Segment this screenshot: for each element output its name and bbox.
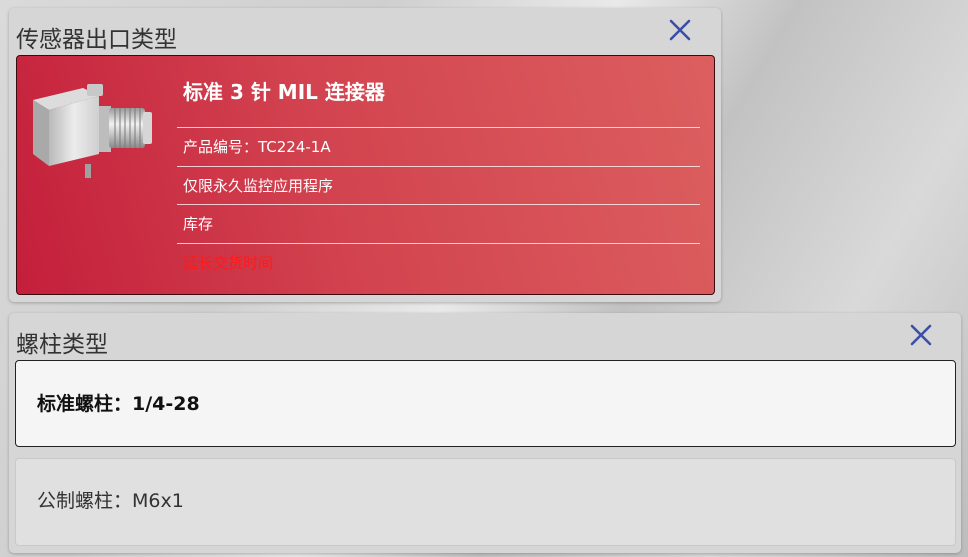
spec-row-lead-time: 延长交货时间 <box>177 243 700 272</box>
spec-text: 库存 <box>183 215 214 233</box>
sensor-output-type-panel: 传感器出口类型 标准 3 针 MIL 连接器 产品编号：TC224-1A 仅限永… <box>9 8 721 302</box>
spec-row-stock: 库存 <box>177 204 700 233</box>
spec-row-part-number: 产品编号：TC224-1A <box>177 127 700 156</box>
stud-option-metric[interactable]: 公制螺柱：M6x1 <box>15 458 956 546</box>
product-card[interactable]: 标准 3 针 MIL 连接器 产品编号：TC224-1A 仅限永久监控应用程序 … <box>16 55 715 295</box>
sensor-image <box>25 78 160 187</box>
lead-time-notice: 延长交货时间 <box>183 254 274 272</box>
stud-option-standard[interactable]: 标准螺柱：1/4-28 <box>15 360 956 447</box>
product-name: 标准 3 针 MIL 连接器 <box>183 80 385 104</box>
option-label: 标准螺柱：1/4-28 <box>37 393 200 415</box>
option-label: 公制螺柱：M6x1 <box>37 490 184 512</box>
panel-title: 传感器出口类型 <box>16 27 177 53</box>
stud-type-panel: 螺柱类型 标准螺柱：1/4-28 公制螺柱：M6x1 <box>9 313 961 553</box>
close-icon[interactable] <box>667 17 693 43</box>
spec-text: 仅限永久监控应用程序 <box>183 177 334 195</box>
panel-title: 螺柱类型 <box>16 332 108 358</box>
close-icon[interactable] <box>908 322 934 348</box>
spec-row-application: 仅限永久监控应用程序 <box>177 166 700 195</box>
spec-text: 产品编号：TC224-1A <box>183 138 331 156</box>
